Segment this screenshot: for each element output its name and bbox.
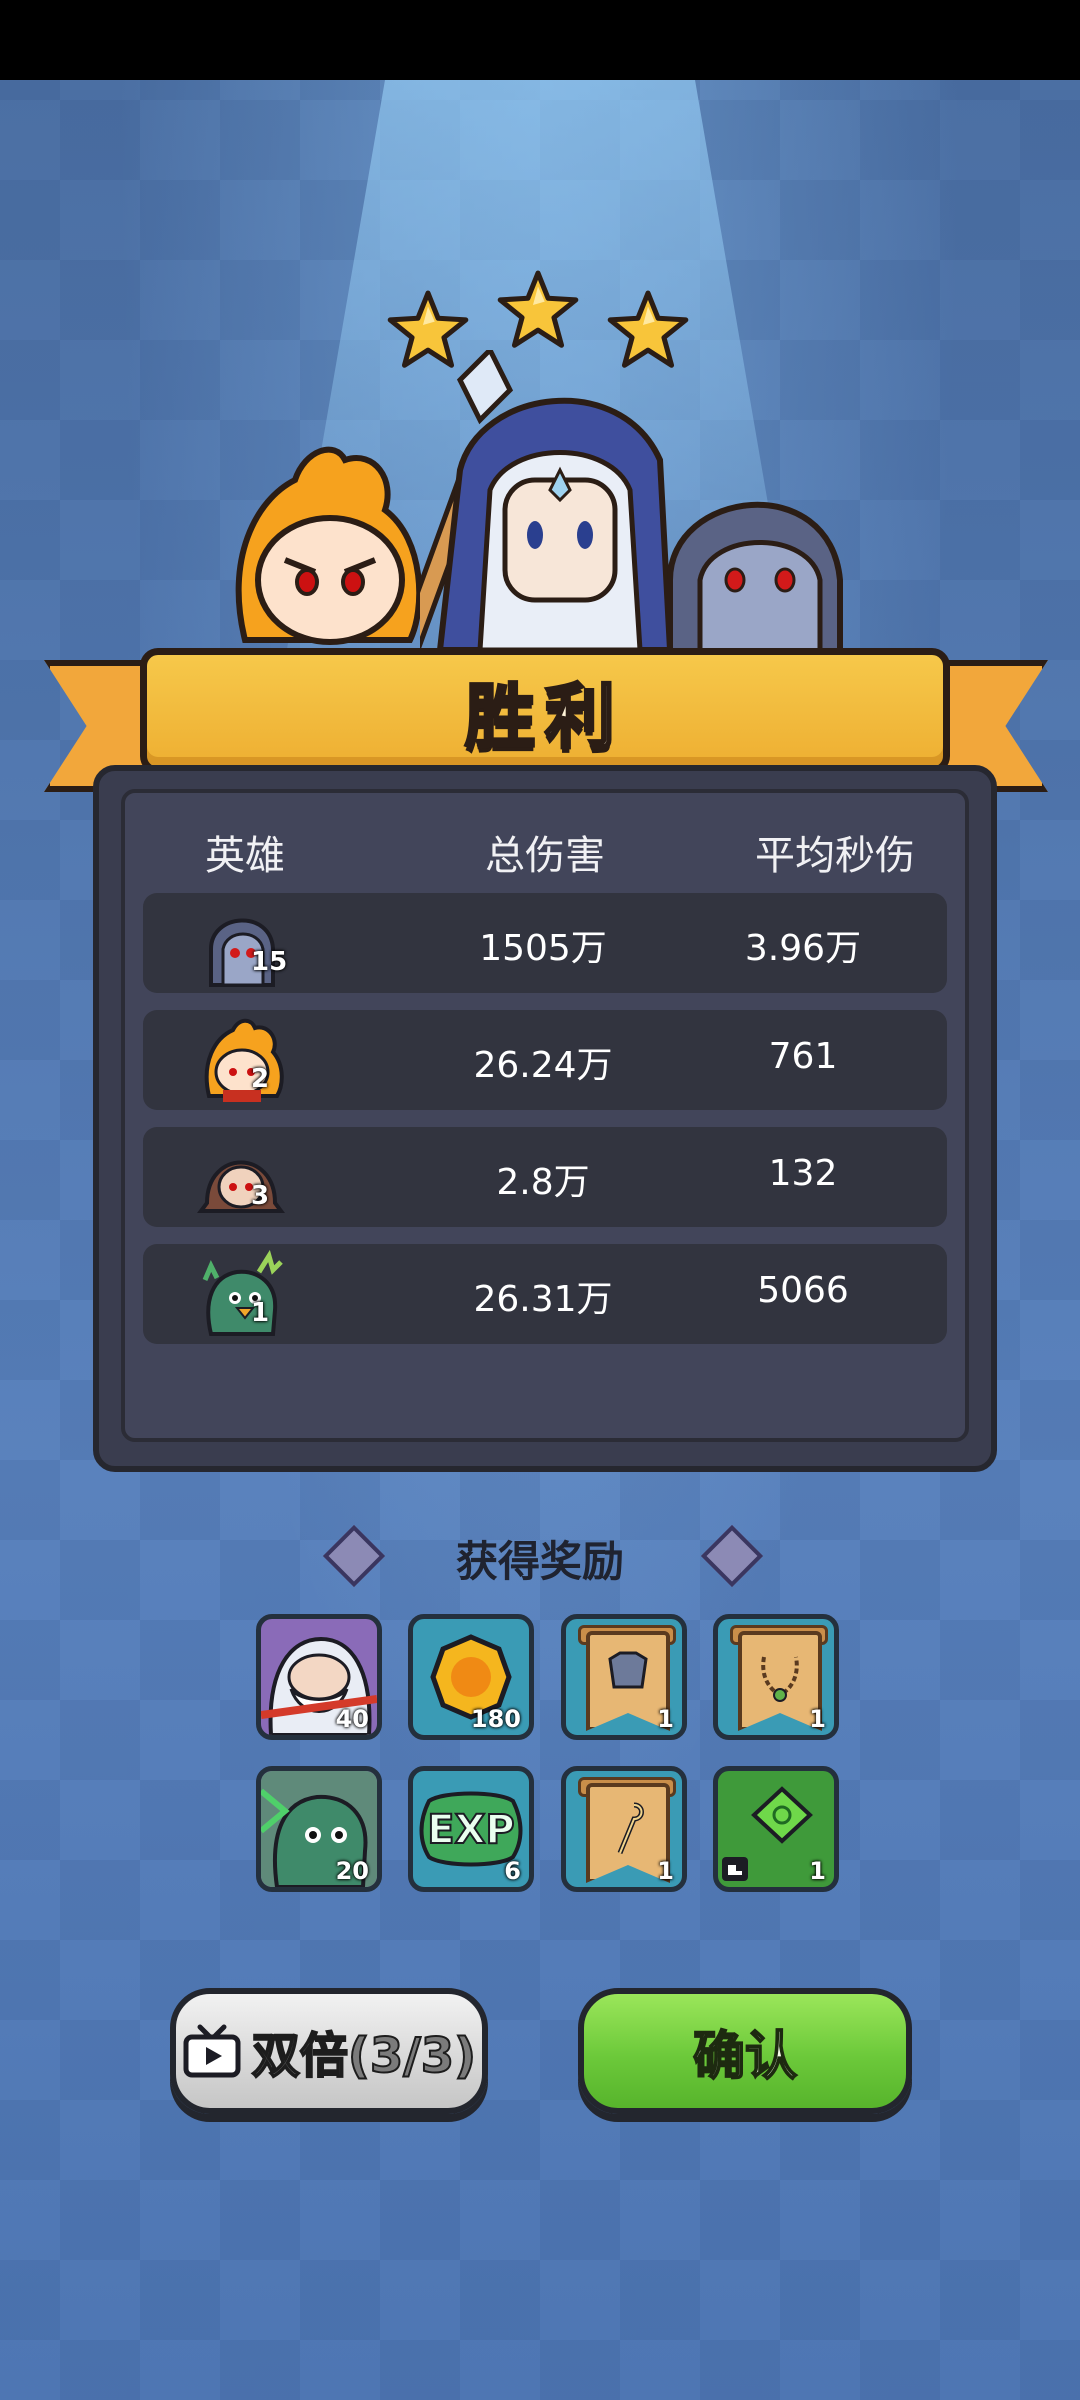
- reward-count: 1: [809, 1705, 826, 1733]
- column-header-total-damage: 总伤害: [485, 833, 605, 879]
- fire-monkey-icon: [204, 1018, 284, 1102]
- reward-item[interactable]: 20: [256, 1766, 382, 1892]
- reward-item[interactable]: 40: [256, 1614, 382, 1740]
- reward-item[interactable]: 1: [561, 1614, 687, 1740]
- reward-item[interactable]: 1: [713, 1614, 839, 1740]
- hero-level: 1: [251, 1298, 270, 1328]
- avg-dps-value: 761: [768, 1036, 838, 1077]
- avg-dps-value: 3.96万: [744, 928, 862, 969]
- total-damage-value: 2.8万: [496, 1162, 590, 1203]
- reward-count: 20: [335, 1857, 369, 1885]
- reward-count: 180: [470, 1705, 521, 1733]
- star-icon: [497, 270, 579, 348]
- necklace-icon: [761, 1656, 799, 1702]
- exp-label: EXP: [427, 1807, 514, 1853]
- tv-video-icon: [183, 2024, 241, 2078]
- reward-count: 1: [657, 1857, 674, 1885]
- table-row: 15 1505万 3.96万: [143, 893, 947, 993]
- staff-icon: [617, 1802, 644, 1854]
- reward-item[interactable]: 180: [408, 1614, 534, 1740]
- avg-dps-value: 5066: [757, 1270, 849, 1311]
- status-bar: [0, 0, 1080, 80]
- armor-icon: [608, 1651, 648, 1689]
- victory-banner: 胜利: [140, 648, 950, 774]
- ice-mage-hero-portrait: [420, 350, 674, 660]
- table-row: 1 26.31万 5066: [143, 1244, 947, 1344]
- total-damage-value: 26.31万: [473, 1279, 613, 1320]
- avg-dps-value: 132: [768, 1153, 838, 1194]
- reward-count: 40: [335, 1705, 369, 1733]
- rewards-title: 获得奖励: [455, 1537, 624, 1586]
- reward-count: 1: [809, 1857, 826, 1885]
- damage-stats-panel: 英雄 总伤害 平均秒伤 15 1505万 3.96万 2 26.24万 761: [93, 765, 997, 1472]
- reward-item[interactable]: EXP 6: [408, 1766, 534, 1892]
- victory-title: 胜利: [464, 674, 625, 759]
- total-damage-value: 26.24万: [473, 1045, 613, 1086]
- confirm-button[interactable]: 确认: [578, 1988, 912, 2114]
- reward-item[interactable]: 1: [713, 1766, 839, 1892]
- damage-stats-table: 英雄 总伤害 平均秒伤 15 1505万 3.96万 2 26.24万 761: [121, 789, 969, 1442]
- total-damage-value: 1505万: [479, 928, 607, 969]
- reward-count: 6: [504, 1857, 521, 1885]
- table-row: 3 2.8万 132: [143, 1127, 947, 1227]
- column-header-hero: 英雄: [205, 833, 285, 879]
- fire-monkey-hero-portrait: [235, 446, 423, 645]
- reward-item[interactable]: 1: [561, 1766, 687, 1892]
- reward-count: 1: [657, 1705, 674, 1733]
- column-header-avg-dps: 平均秒伤: [755, 833, 915, 879]
- green-dragon-icon: [202, 1250, 283, 1336]
- dark-elf-hero-portrait: [667, 502, 843, 660]
- double-reward-label: 双倍(3/3): [251, 2027, 477, 2085]
- confirm-label: 确认: [692, 2026, 798, 2088]
- hooded-rogue-icon: [197, 1160, 285, 1213]
- table-row: 2 26.24万 761: [143, 1010, 947, 1110]
- hero-level: 2: [251, 1064, 270, 1094]
- hero-level: 3: [251, 1181, 270, 1211]
- double-reward-button[interactable]: 双倍(3/3): [170, 1988, 488, 2114]
- hero-level: 15: [251, 947, 288, 977]
